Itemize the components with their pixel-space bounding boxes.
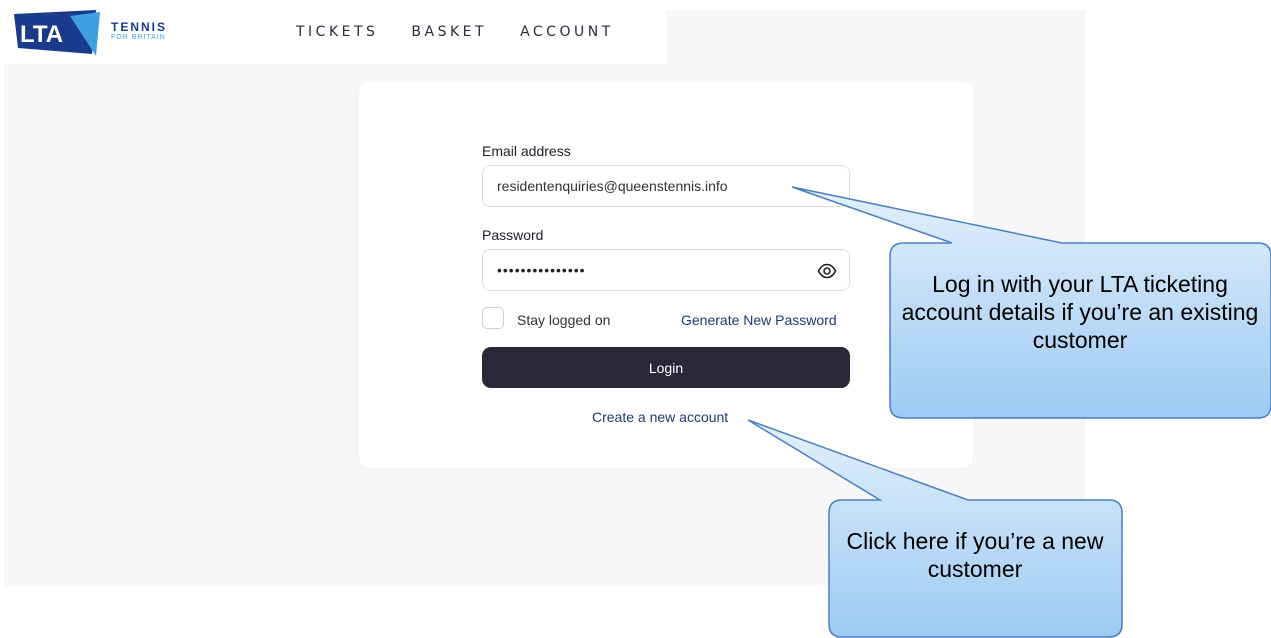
lta-logo[interactable]: LTA TENNIS FOR BRITAIN [10,8,170,64]
stay-logged-checkbox[interactable] [482,307,504,329]
callout-new-text: Click here if you’re a new customer [846,528,1104,582]
login-button[interactable]: Login [482,347,850,388]
callout-existing-text: Log in with your LTA ticketing account d… [901,271,1259,353]
generate-password-link[interactable]: Generate New Password [681,312,837,328]
email-label: Email address [482,143,571,159]
eye-icon[interactable] [817,261,837,281]
nav-tickets[interactable]: TICKETS [296,24,378,40]
stay-logged-label: Stay logged on [517,312,611,328]
email-field-box [482,165,850,207]
main-nav: TICKETS BASKET ACCOUNT [296,24,614,40]
password-field[interactable]: ••••••••••••••• [482,249,850,291]
logo-text: LTA [20,21,63,48]
logo-word: TENNIS [111,20,168,34]
page: LTA TENNIS FOR BRITAIN TICKETS BASKET AC… [0,0,1271,638]
create-account-link[interactable]: Create a new account [592,409,728,425]
nav-basket[interactable]: BASKET [411,24,487,40]
lta-logo-mark: LTA [14,10,100,56]
password-label: Password [482,227,544,243]
logo-subtitle: FOR BRITAIN [111,34,166,41]
email-field[interactable] [483,166,849,206]
nav-account[interactable]: ACCOUNT [520,24,614,40]
password-value: ••••••••••••••• [497,262,586,278]
